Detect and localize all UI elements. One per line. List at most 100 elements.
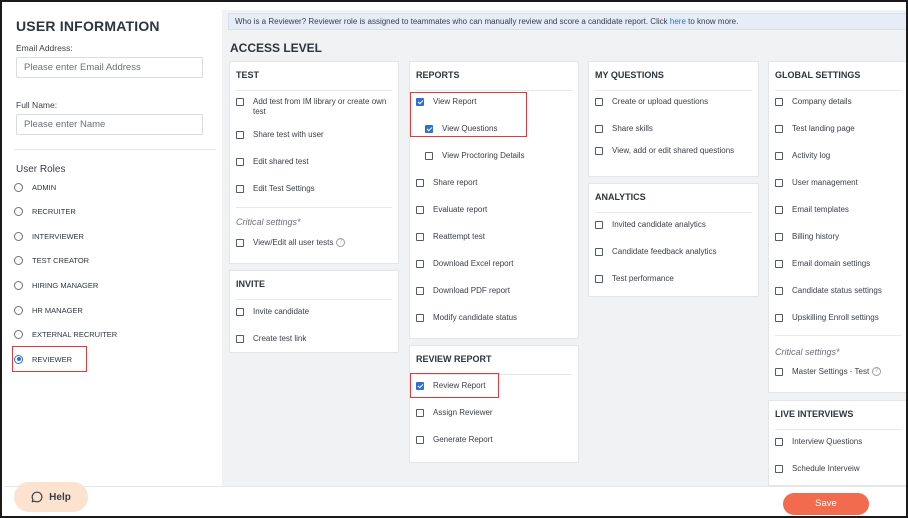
checkbox[interactable]	[425, 152, 433, 160]
role-hr-manager[interactable]: HR MANAGER	[14, 303, 83, 317]
checkbox[interactable]	[775, 179, 783, 187]
checkbox[interactable]	[775, 125, 783, 133]
perm-billing-history[interactable]: Billing history	[775, 232, 906, 242]
checkbox[interactable]	[775, 233, 783, 241]
checkbox[interactable]	[236, 239, 244, 247]
checkbox[interactable]	[595, 248, 603, 256]
checkbox[interactable]	[416, 233, 424, 241]
radio-icon[interactable]	[14, 231, 23, 241]
checkbox[interactable]	[595, 275, 603, 283]
role-interviewer[interactable]: INTERVIEWER	[14, 229, 84, 243]
reviewer-info-banner: Who is a Reviewer? Reviewer role is assi…	[228, 13, 906, 30]
checkbox[interactable]	[775, 152, 783, 160]
checkbox[interactable]	[775, 287, 783, 295]
checkbox[interactable]	[416, 179, 424, 187]
perm-assign-reviewer[interactable]: Assign Reviewer	[416, 408, 574, 418]
perm-feedback-analytics[interactable]: Candidate feedback analytics	[595, 247, 754, 257]
email-field[interactable]: Please enter Email Address	[16, 57, 203, 78]
perm-test-landing-page[interactable]: Test landing page	[775, 124, 906, 134]
perm-label: Share test with user	[253, 130, 324, 139]
perm-create-questions[interactable]: Create or upload questions	[595, 97, 754, 107]
banner-link[interactable]: here	[670, 17, 686, 26]
perm-activity-log[interactable]: Activity log	[775, 151, 906, 161]
critical-settings-label: Critical settings*	[236, 217, 301, 227]
checkbox[interactable]	[595, 125, 603, 133]
checkbox[interactable]	[236, 185, 244, 193]
checkbox[interactable]	[416, 287, 424, 295]
perm-view-edit-all-tests[interactable]: View/Edit all user tests?	[236, 238, 394, 248]
perm-email-templates[interactable]: Email templates	[775, 205, 906, 215]
radio-icon[interactable]	[14, 305, 23, 315]
perm-create-test-link[interactable]: Create test link	[236, 334, 394, 344]
perm-download-excel[interactable]: Download Excel report	[416, 259, 574, 269]
live-interviews-card: LIVE INTERVIEWS Interview Questions Sche…	[768, 400, 906, 486]
checkbox[interactable]	[236, 131, 244, 139]
perm-download-pdf[interactable]: Download PDF report	[416, 286, 574, 296]
checkbox[interactable]	[416, 436, 424, 444]
question-circle-icon[interactable]: ?	[336, 238, 346, 247]
role-recruiter[interactable]: RECRUITER	[14, 204, 76, 218]
divider	[236, 207, 392, 208]
checkbox[interactable]	[236, 335, 244, 343]
perm-add-test[interactable]: Add test from IM library or create own t…	[236, 97, 394, 117]
checkbox[interactable]	[775, 206, 783, 214]
perm-view-proctoring[interactable]: View Proctoring Details	[425, 151, 575, 161]
name-field[interactable]: Please enter Name	[16, 114, 203, 135]
help-button[interactable]: Help	[14, 482, 88, 512]
checkbox[interactable]	[595, 221, 603, 229]
perm-evaluate-report[interactable]: Evaluate report	[416, 205, 574, 215]
radio-icon[interactable]	[14, 255, 23, 265]
checkbox[interactable]	[416, 314, 424, 322]
checkbox[interactable]	[775, 98, 783, 106]
divider	[14, 149, 216, 150]
perm-label: Modify candidate status	[433, 313, 518, 322]
divider	[236, 299, 392, 300]
perm-upskilling[interactable]: Upskilling Enroll settings	[775, 313, 906, 323]
radio-icon[interactable]	[14, 182, 23, 192]
checkbox[interactable]	[236, 308, 244, 316]
checkbox[interactable]	[595, 98, 603, 106]
perm-candidate-status[interactable]: Candidate status settings	[775, 286, 906, 296]
checkbox[interactable]	[416, 206, 424, 214]
checkbox[interactable]	[775, 368, 783, 376]
perm-share-test[interactable]: Share test with user	[236, 130, 394, 140]
perm-share-report[interactable]: Share report	[416, 178, 574, 188]
perm-generate-report[interactable]: Generate Report	[416, 435, 574, 445]
checkbox[interactable]	[416, 260, 424, 268]
card-title: REPORTS	[416, 70, 460, 80]
perm-share-skills[interactable]: Share skills	[595, 124, 754, 134]
perm-modify-status[interactable]: Modify candidate status	[416, 313, 574, 323]
checkbox[interactable]	[775, 260, 783, 268]
checkbox[interactable]	[775, 438, 783, 446]
checkbox[interactable]	[236, 158, 244, 166]
perm-shared-questions[interactable]: View, add or edit shared questions	[595, 146, 754, 156]
question-circle-icon[interactable]: ?	[872, 367, 882, 376]
role-hiring-manager[interactable]: HIRING MANAGER	[14, 278, 98, 292]
perm-master-settings[interactable]: Master Settings - Test?	[775, 367, 906, 377]
perm-schedule-interview[interactable]: Schedule Interveiw	[775, 464, 906, 474]
radio-icon[interactable]	[14, 206, 23, 216]
perm-interview-questions[interactable]: Interview Questions	[775, 437, 906, 447]
perm-edit-test-settings[interactable]: Edit Test Settings	[236, 184, 394, 194]
role-test-creator[interactable]: TEST CREATOR	[14, 253, 89, 267]
perm-label: Interview Questions	[792, 437, 863, 446]
perm-email-domain[interactable]: Email domain settings	[775, 259, 906, 269]
perm-reattempt-test[interactable]: Reattempt test	[416, 232, 574, 242]
save-button[interactable]: Save	[783, 493, 869, 515]
perm-company-details[interactable]: Company details	[775, 97, 906, 107]
role-external-recruiter[interactable]: EXTERNAL RECRUITER	[14, 327, 117, 341]
checkbox[interactable]	[775, 465, 783, 473]
perm-edit-shared-test[interactable]: Edit shared test	[236, 157, 394, 167]
perm-invited-analytics[interactable]: Invited candidate analytics	[595, 220, 754, 230]
role-admin[interactable]: ADMIN	[14, 180, 56, 194]
checkbox[interactable]	[236, 98, 244, 106]
perm-user-management[interactable]: User management	[775, 178, 906, 188]
radio-icon[interactable]	[14, 329, 23, 339]
perm-test-performance[interactable]: Test performance	[595, 274, 754, 284]
role-label: TEST CREATOR	[32, 255, 90, 265]
checkbox[interactable]	[595, 147, 603, 155]
checkbox[interactable]	[775, 314, 783, 322]
checkbox[interactable]	[416, 409, 424, 417]
radio-icon[interactable]	[14, 280, 23, 290]
perm-invite-candidate[interactable]: Invite candidate	[236, 307, 394, 317]
